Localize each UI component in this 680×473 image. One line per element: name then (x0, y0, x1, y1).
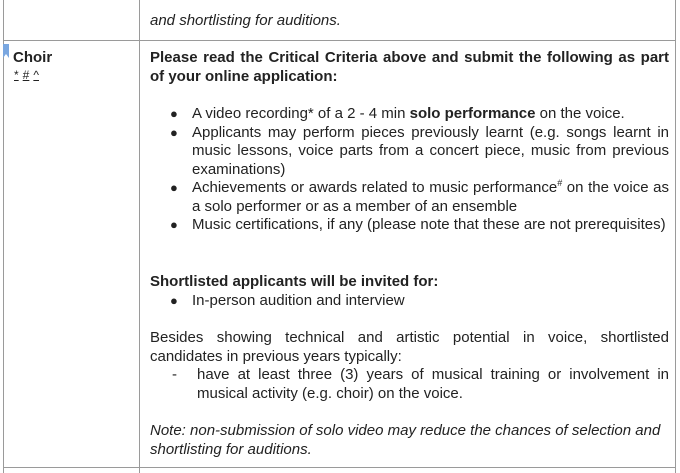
top-row-continuation-text: and shortlisting for auditions. (150, 12, 341, 29)
table-right-border (675, 0, 676, 473)
subject-name: Choir (13, 49, 53, 66)
list-item: ● In-person audition and interview (170, 292, 405, 309)
shortlist-list: ● In-person audition and interview (150, 292, 669, 311)
column-divider (139, 0, 140, 473)
list-item: - have at least three (3) years of music… (172, 366, 669, 402)
bullet-icon: ● (170, 217, 178, 232)
list-item: ● Achievements or awards related to musi… (170, 178, 669, 215)
row-divider-bottom (3, 467, 676, 468)
bullet-icon: ● (170, 293, 178, 308)
bullet-icon: ● (170, 124, 178, 140)
dash-icon: - (172, 366, 177, 383)
bullet-icon: ● (170, 106, 178, 121)
note-text: Note: non-submission of solo video may r… (150, 422, 661, 458)
criteria-heading: Please read the Critical Criteria above … (150, 49, 669, 85)
submission-list: ● A video recording* of a 2 - 4 min solo… (150, 105, 669, 235)
list-item: ● Music certifications, if any (please n… (170, 216, 666, 233)
row-divider-top (3, 40, 676, 41)
typical-list: - have at least three (3) years of music… (150, 366, 669, 403)
bullet-icon: ● (170, 180, 178, 195)
list-item: ● Applicants may perform pieces previous… (170, 123, 669, 178)
criteria-table: and shortlisting for auditions. Choir * #… (3, 0, 676, 473)
subject-mark-hash[interactable]: # (23, 68, 30, 82)
subject-marks: * # ^ (14, 68, 43, 82)
typical-intro: Besides showing technical and artistic p… (150, 329, 669, 365)
list-item: ● A video recording* of a 2 - 4 min solo… (170, 105, 625, 122)
subject-mark-caret[interactable]: ^ (33, 68, 39, 82)
table-left-border (3, 0, 4, 473)
bookmark-icon (3, 44, 9, 58)
subject-mark-asterisk[interactable]: * (14, 68, 19, 82)
shortlist-heading: Shortlisted applicants will be invited f… (150, 273, 439, 290)
